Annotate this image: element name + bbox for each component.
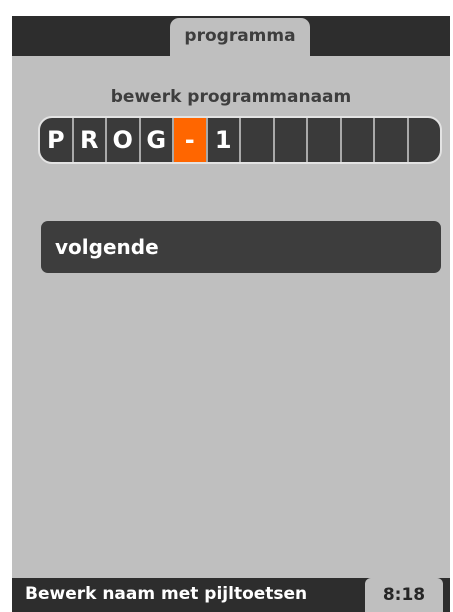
top-bar: programma [12, 16, 450, 66]
name-char-cell-active[interactable]: - [174, 118, 208, 162]
name-char-cell[interactable] [241, 118, 275, 162]
program-name-field[interactable]: PROG-1 [38, 116, 442, 164]
name-char-cell[interactable] [375, 118, 409, 162]
status-hint: Bewerk naam met pijltoetsen [25, 584, 308, 604]
next-button[interactable]: volgende [41, 221, 441, 273]
name-char-cell[interactable]: G [141, 118, 174, 162]
name-char-cell[interactable] [275, 118, 308, 162]
tab-programma[interactable]: programma [170, 18, 310, 66]
tab-title: programma [184, 26, 296, 46]
edit-name-label: bewerk programmanaam [110, 87, 352, 107]
name-char-cell[interactable]: O [107, 118, 141, 162]
name-char-cell[interactable] [308, 118, 342, 162]
name-char-cell[interactable]: P [40, 118, 74, 162]
name-char-cell[interactable]: R [74, 118, 107, 162]
name-char-cell[interactable] [409, 118, 441, 162]
clock: 8:18 [365, 578, 443, 612]
name-char-cell[interactable]: 1 [208, 118, 241, 162]
device-screen: programma bewerk programmanaam PROG-1 vo… [12, 16, 450, 612]
status-bar: Bewerk naam met pijltoetsen 8:18 [12, 578, 450, 612]
name-char-cell[interactable] [342, 118, 375, 162]
